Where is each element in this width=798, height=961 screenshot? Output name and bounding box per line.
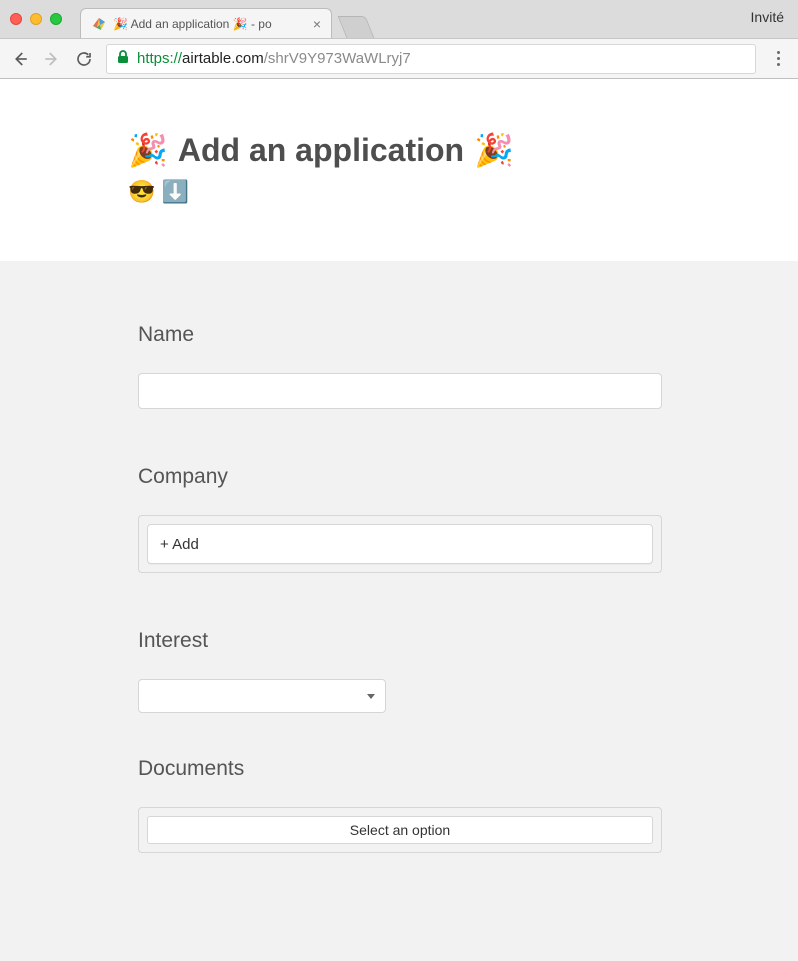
title-emoji-suffix: 🎉	[474, 131, 514, 169]
window-controls	[10, 13, 62, 25]
close-window-button[interactable]	[10, 13, 22, 25]
browser-chrome: 🎉 Add an application 🎉 - po × Invité	[0, 0, 798, 79]
field-documents: Documents Select an option	[138, 757, 670, 853]
field-name: Name	[138, 323, 670, 409]
url-text: https://airtable.com/shrV9Y973WaWLryj7	[137, 50, 745, 67]
page-subtitle: 😎 ⬇️	[128, 179, 708, 205]
url-host: airtable.com	[182, 50, 264, 67]
maximize-window-button[interactable]	[50, 13, 62, 25]
reload-icon	[75, 50, 93, 68]
address-bar[interactable]: https://airtable.com/shrV9Y973WaWLryj7	[106, 44, 756, 74]
field-label-documents: Documents	[138, 757, 670, 781]
tab-close-icon[interactable]: ×	[313, 16, 321, 32]
documents-container: Select an option	[138, 807, 662, 853]
chevron-down-icon	[367, 694, 375, 699]
form-area: Name Company + Add Interest Documents Se…	[0, 261, 798, 961]
page-title: 🎉 Add an application 🎉	[128, 131, 708, 169]
add-company-button[interactable]: + Add	[147, 524, 653, 564]
documents-select[interactable]: Select an option	[147, 816, 653, 844]
page-header: 🎉 Add an application 🎉 😎 ⬇️	[0, 79, 798, 261]
minimize-window-button[interactable]	[30, 13, 42, 25]
title-text: Add an application	[178, 132, 464, 169]
company-linked-records: + Add	[138, 515, 662, 573]
forward-button[interactable]	[42, 49, 62, 69]
url-scheme: https://	[137, 50, 182, 67]
interest-select[interactable]	[138, 679, 386, 713]
tab-favicon-icon	[91, 16, 107, 32]
lock-icon	[117, 50, 129, 67]
browser-tab[interactable]: 🎉 Add an application 🎉 - po ×	[80, 8, 332, 38]
dots-icon	[777, 51, 780, 54]
field-label-interest: Interest	[138, 629, 670, 653]
field-company: Company + Add	[138, 465, 670, 573]
profile-label[interactable]: Invité	[751, 9, 784, 25]
add-company-label: + Add	[160, 536, 199, 553]
tab-title: 🎉 Add an application 🎉 - po	[113, 17, 307, 31]
arrow-right-icon	[43, 50, 61, 68]
field-interest: Interest	[138, 629, 670, 713]
name-input[interactable]	[138, 373, 662, 409]
field-label-name: Name	[138, 323, 670, 347]
browser-toolbar: https://airtable.com/shrV9Y973WaWLryj7	[0, 38, 798, 78]
arrow-left-icon	[11, 50, 29, 68]
title-bar: 🎉 Add an application 🎉 - po × Invité	[0, 0, 798, 38]
documents-placeholder: Select an option	[350, 822, 450, 838]
field-label-company: Company	[138, 465, 670, 489]
url-path: /shrV9Y973WaWLryj7	[264, 50, 411, 67]
new-tab-button[interactable]	[338, 16, 375, 38]
back-button[interactable]	[10, 49, 30, 69]
reload-button[interactable]	[74, 49, 94, 69]
browser-menu-button[interactable]	[768, 51, 788, 66]
title-emoji-prefix: 🎉	[128, 131, 168, 169]
